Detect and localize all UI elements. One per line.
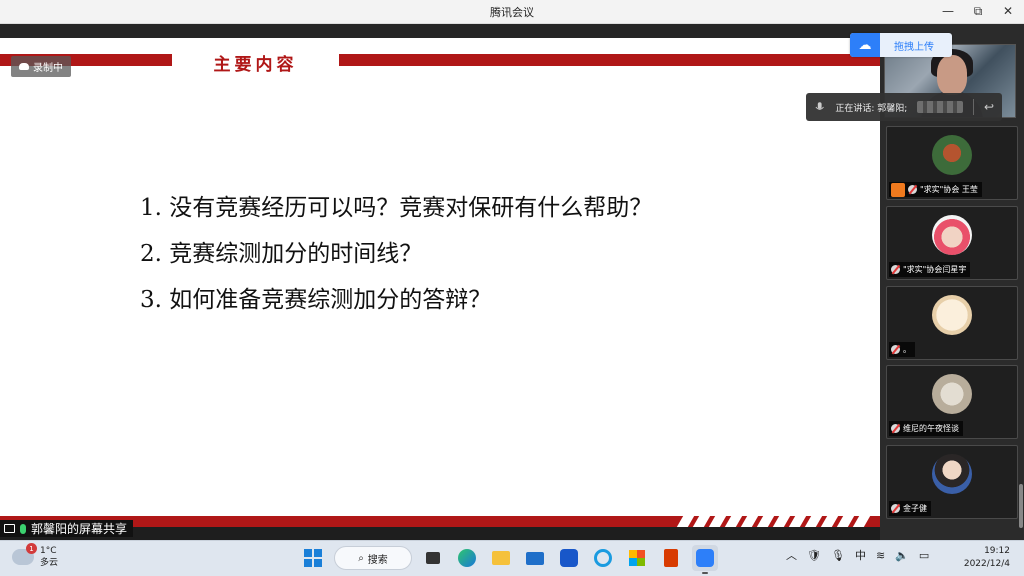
avatar: [932, 135, 972, 175]
cloud-icon: 1: [12, 543, 37, 565]
restore-button[interactable]: ⧉: [970, 3, 986, 19]
participant-tile[interactable]: "求实"协会 王莹: [886, 126, 1018, 200]
host-icon: [891, 182, 905, 197]
participant-name: "求实"协会闫星宇: [903, 265, 967, 274]
taskbar-search[interactable]: ⌕ 搜索: [334, 546, 412, 570]
slide-header-bar-right: [339, 54, 880, 66]
window-title-bar: 腾讯会议 — ⧉ ✕: [0, 0, 1024, 24]
weather-temp: 1°C: [40, 546, 57, 556]
slide-item-list: 1. 没有竞赛经历可以吗？竞赛对保研有什么帮助？ 2. 竞赛综测加分的时间线？ …: [140, 188, 652, 326]
participant-scrollbar[interactable]: [1019, 484, 1023, 528]
screen-share-owner: 郭馨阳的屏幕共享: [31, 522, 128, 536]
participant-tile[interactable]: "求实"协会闫星宇: [886, 206, 1018, 280]
avatar: [932, 374, 972, 414]
participant-tile[interactable]: 。: [886, 286, 1018, 360]
mic-muted-icon: [891, 345, 900, 354]
mic-muted-icon: [891, 265, 900, 274]
avatar: [932, 295, 972, 335]
start-icon[interactable]: [300, 545, 326, 571]
volume-icon[interactable]: 🔈: [895, 549, 909, 562]
tencent-meeting-icon[interactable]: [692, 545, 718, 574]
slide-item: 3. 如何准备竞赛综测加分的答辩？: [140, 287, 492, 313]
search-icon: ⌕: [358, 552, 364, 564]
mic-muted-icon: [908, 185, 917, 194]
participant-name: 金子健: [903, 504, 927, 513]
close-button[interactable]: ✕: [1000, 3, 1016, 19]
slide-item: 1. 没有竞赛经历可以吗？竞赛对保研有什么帮助？: [140, 195, 653, 221]
drag-upload-label: 拖拽上传: [894, 41, 934, 53]
mic-icon: [815, 102, 824, 110]
task-view-icon[interactable]: [420, 545, 446, 571]
window-title: 腾讯会议: [490, 6, 534, 19]
monitor-icon: [4, 524, 15, 533]
speaker-name-blur: [917, 101, 963, 113]
collapse-icon[interactable]: ↩: [984, 100, 994, 114]
top-dark-strip: [0, 24, 880, 38]
shared-screen-slide: 主要内容 录制中 1. 没有竞赛经历可以吗？竞赛对保研有什么帮助？ 2. 竞赛综…: [0, 38, 880, 516]
clock[interactable]: 19:12 2022/12/4: [964, 545, 1010, 571]
recording-indicator[interactable]: 录制中: [11, 56, 71, 77]
lenovo-app-icon[interactable]: [556, 545, 582, 571]
wifi-icon[interactable]: ≋: [876, 549, 885, 562]
participant-tile[interactable]: 维尼的午夜怪谈: [886, 365, 1018, 439]
office-icon[interactable]: [658, 545, 684, 571]
edge-icon[interactable]: [454, 545, 480, 571]
cloud-record-icon: [19, 63, 29, 70]
speaking-label: 正在讲话: 郭馨阳;: [835, 103, 908, 114]
cloud-upload-icon: ☁: [850, 33, 880, 57]
security-icon[interactable]: 🛡: [807, 549, 821, 562]
clock-date: 2022/12/4: [963, 559, 1010, 569]
avatar: [932, 215, 972, 255]
mic-muted-icon: [891, 424, 900, 433]
clock-time: 19:12: [984, 546, 1010, 556]
recording-label: 录制中: [33, 63, 63, 74]
speaking-indicator: 正在讲话: 郭馨阳; ↩: [806, 93, 1002, 121]
weather-desc: 多云: [40, 558, 59, 568]
chevron-up-icon[interactable]: ︿: [786, 547, 797, 563]
ie-icon[interactable]: [590, 545, 616, 571]
minimize-button[interactable]: —: [940, 3, 956, 19]
search-label: 搜索: [367, 554, 388, 566]
participant-name: 。: [903, 345, 911, 354]
mail-icon[interactable]: [522, 545, 548, 571]
mic-tray-icon[interactable]: 🎙: [831, 549, 845, 562]
slide-item: 2. 竞赛综测加分的时间线？: [140, 241, 423, 267]
battery-icon[interactable]: ▭: [919, 549, 929, 562]
participant-name: "求实"协会 王莹: [920, 185, 978, 194]
input-method-indicator[interactable]: 中: [855, 547, 866, 563]
participant-name: 维尼的午夜怪谈: [903, 424, 959, 433]
screen-share-label: 郭馨阳的屏幕共享: [0, 520, 134, 537]
windows-taskbar: 1 1°C 多云 ⌕ 搜索 ︿ 🛡 🎙 中 ≋ 🔈 ▭ 19:12 2022/1…: [0, 540, 1024, 576]
participant-tile[interactable]: 金子健: [886, 445, 1018, 519]
slide-heading: 主要内容: [213, 55, 298, 75]
file-explorer-icon[interactable]: [488, 545, 514, 571]
mic-on-icon: [20, 523, 26, 534]
avatar: [932, 454, 972, 494]
notification-badge: 1: [26, 543, 37, 554]
drag-upload-button[interactable]: ☁ 拖拽上传: [850, 33, 952, 57]
mic-muted-icon: [891, 504, 900, 513]
footer-stripes: [676, 516, 880, 527]
store-icon[interactable]: [624, 545, 650, 571]
weather-widget[interactable]: 1 1°C 多云: [12, 543, 59, 569]
